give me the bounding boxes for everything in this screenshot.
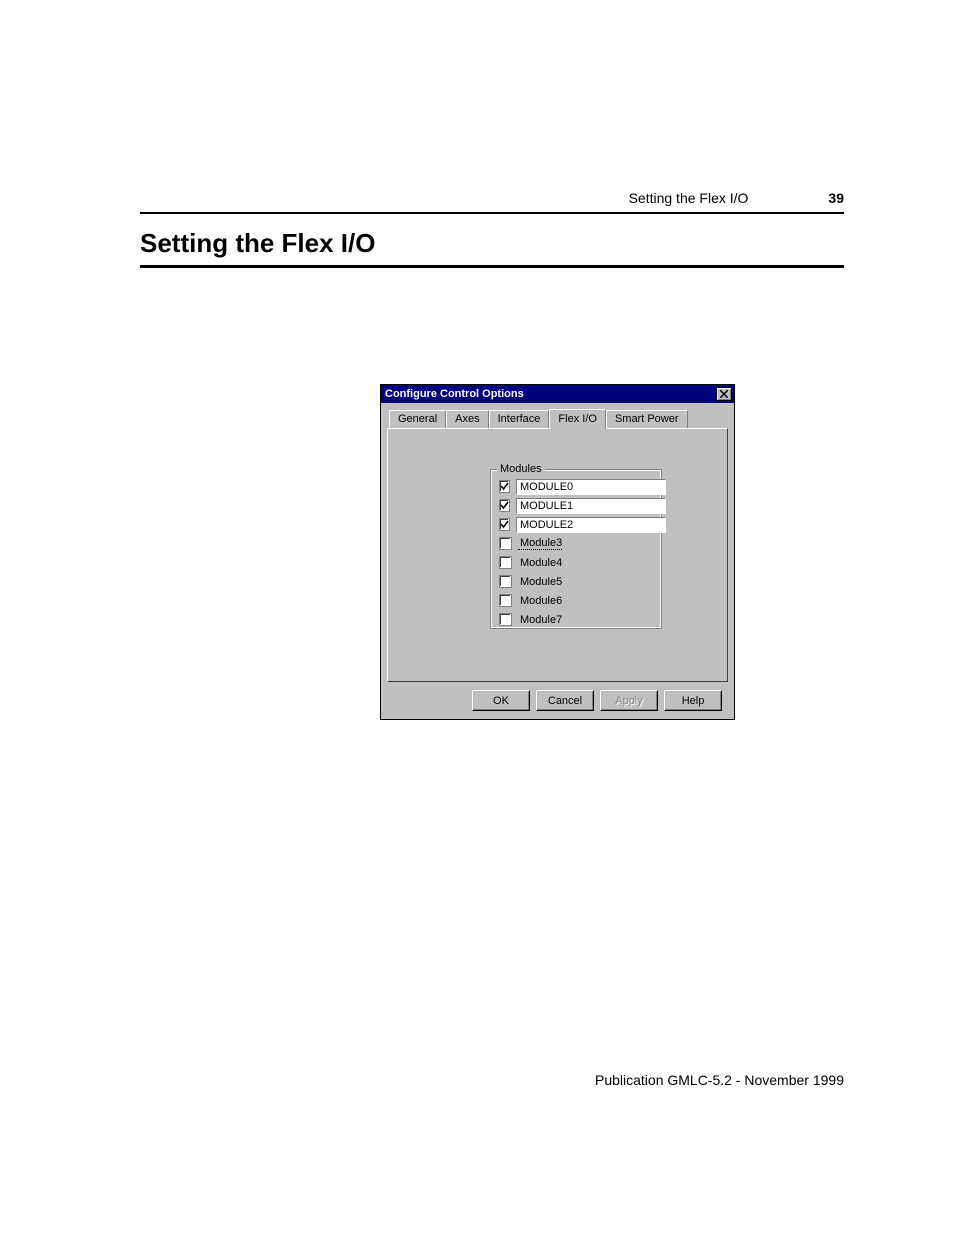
page-number: 39 xyxy=(828,190,844,206)
module-checkbox[interactable] xyxy=(499,499,510,512)
modules-groupbox: Modules Module3Module4Module5Module6Modu… xyxy=(490,469,662,629)
check-icon xyxy=(500,501,509,510)
tab-general[interactable]: General xyxy=(389,410,446,428)
configure-control-options-dialog: Configure Control Options General Axes I… xyxy=(380,384,735,720)
module-name-label: Module6 xyxy=(518,595,562,607)
tabstrip: General Axes Interface Flex I/O Smart Po… xyxy=(389,409,728,428)
module-name-input[interactable] xyxy=(516,517,666,533)
module-checkbox[interactable] xyxy=(499,537,512,550)
publication-footer: Publication GMLC-5.2 - November 1999 xyxy=(595,1072,844,1088)
module-name-label: Module5 xyxy=(518,576,562,588)
module-name-label: Module4 xyxy=(518,557,562,569)
module-checkbox[interactable] xyxy=(499,594,512,607)
tab-axes[interactable]: Axes xyxy=(446,410,488,428)
close-button[interactable] xyxy=(716,387,732,401)
running-header: Setting the Flex I/O 39 xyxy=(140,190,844,214)
module-checkbox[interactable] xyxy=(499,613,512,626)
ok-button[interactable]: OK xyxy=(472,690,530,711)
running-header-text: Setting the Flex I/O xyxy=(629,190,749,206)
dialog-button-row: OK Cancel Apply Help xyxy=(387,682,728,711)
module-row: Module3 xyxy=(499,535,653,552)
module-name-label: Module3 xyxy=(518,537,562,550)
dialog-title: Configure Control Options xyxy=(385,388,524,400)
tab-panel-flex-io: Modules Module3Module4Module5Module6Modu… xyxy=(387,428,728,682)
module-row: Module6 xyxy=(499,592,653,609)
close-icon xyxy=(720,390,728,398)
module-name-label: Module7 xyxy=(518,614,562,626)
module-row: Module4 xyxy=(499,554,653,571)
tab-interface[interactable]: Interface xyxy=(489,410,550,428)
module-row xyxy=(499,478,653,495)
module-checkbox[interactable] xyxy=(499,518,510,531)
tab-flex-io[interactable]: Flex I/O xyxy=(549,409,606,429)
dialog-titlebar[interactable]: Configure Control Options xyxy=(381,385,734,403)
module-checkbox[interactable] xyxy=(499,575,512,588)
module-checkbox[interactable] xyxy=(499,480,510,493)
apply-button[interactable]: Apply xyxy=(600,690,658,711)
check-icon xyxy=(500,482,509,491)
module-name-input[interactable] xyxy=(516,479,666,495)
section-title: Setting the Flex I/O xyxy=(140,228,844,268)
module-row: Module5 xyxy=(499,573,653,590)
module-row xyxy=(499,497,653,514)
module-row xyxy=(499,516,653,533)
help-button[interactable]: Help xyxy=(664,690,722,711)
check-icon xyxy=(500,520,509,529)
cancel-button[interactable]: Cancel xyxy=(536,690,594,711)
module-name-input[interactable] xyxy=(516,498,666,514)
module-row: Module7 xyxy=(499,611,653,628)
modules-list: Module3 Module4 Module5 Module6 Module7 xyxy=(491,470,661,628)
modules-groupbox-label: Modules xyxy=(497,463,545,475)
tab-smart-power[interactable]: Smart Power xyxy=(606,410,688,428)
module-checkbox[interactable] xyxy=(499,556,512,569)
